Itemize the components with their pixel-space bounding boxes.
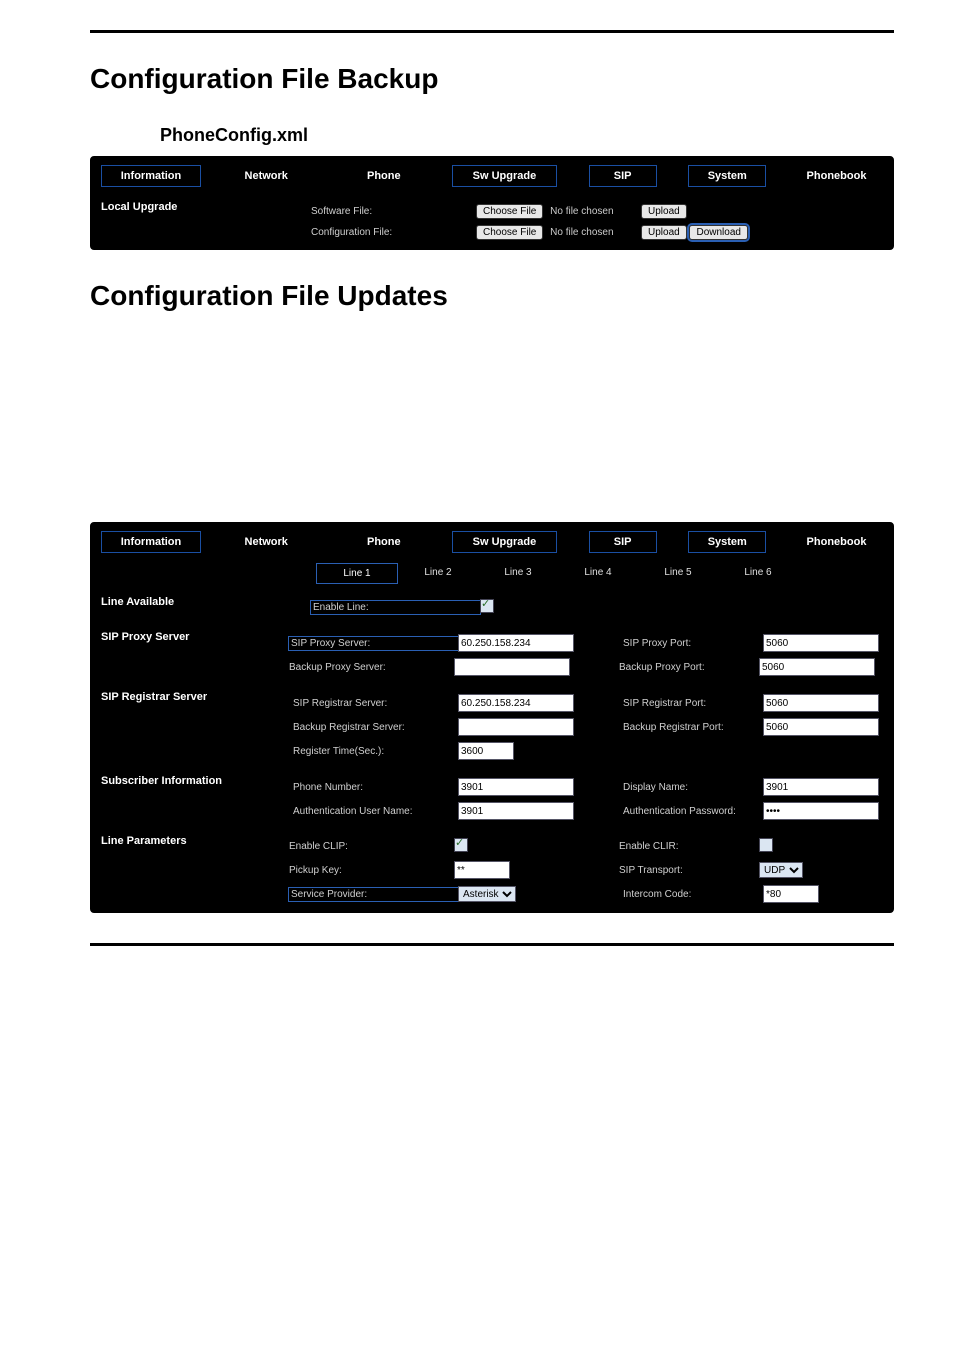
upload-config-button[interactable]: Upload	[641, 225, 687, 240]
input-display-name[interactable]	[763, 778, 879, 796]
no-file-config: No file chosen	[550, 227, 613, 238]
tab-phone-2[interactable]: Phone	[347, 532, 420, 552]
line-tab-6[interactable]: Line 6	[718, 563, 798, 584]
select-service-provider[interactable]: Asterisk	[458, 886, 516, 902]
tab-sip[interactable]: SIP	[589, 165, 657, 187]
label-backup-proxy-port: Backup Proxy Port:	[619, 662, 759, 673]
line-tab-1[interactable]: Line 1	[316, 563, 398, 584]
heading-updates: Configuration File Updates	[90, 280, 894, 312]
heading-backup: Configuration File Backup	[90, 63, 894, 95]
tab-sw-upgrade-2[interactable]: Sw Upgrade	[452, 531, 557, 553]
label-enable-clip: Enable CLIP:	[289, 841, 454, 852]
label-auth-pass: Authentication Password:	[623, 806, 763, 817]
tab-phone[interactable]: Phone	[347, 166, 420, 186]
label-intercom-code: Intercom Code:	[623, 889, 763, 900]
section-sip-proxy: SIP Proxy Server	[91, 625, 279, 685]
label-backup-proxy-server: Backup Proxy Server:	[289, 662, 454, 673]
label-enable-clir: Enable CLIR:	[619, 841, 759, 852]
label-register-time: Register Time(Sec.):	[293, 746, 458, 757]
input-sip-registrar-server[interactable]	[458, 694, 574, 712]
tab-phonebook-2[interactable]: Phonebook	[790, 532, 883, 552]
line-tab-5[interactable]: Line 5	[638, 563, 718, 584]
label-enable-line: Enable Line:	[311, 601, 480, 614]
input-register-time[interactable]	[458, 742, 514, 760]
label-sip-registrar-server: SIP Registrar Server:	[293, 698, 458, 709]
input-backup-registrar-server[interactable]	[458, 718, 574, 736]
choose-file-config-button[interactable]: Choose File	[476, 225, 543, 240]
input-sip-proxy-port[interactable]	[763, 634, 879, 652]
input-auth-pass[interactable]	[763, 802, 879, 820]
label-service-provider: Service Provider:	[289, 888, 458, 901]
tab-sw-upgrade[interactable]: Sw Upgrade	[452, 165, 557, 187]
no-file-software: No file chosen	[550, 206, 613, 217]
upload-software-button[interactable]: Upload	[641, 204, 687, 219]
choose-file-software-button[interactable]: Choose File	[476, 204, 543, 219]
tab-system-2[interactable]: System	[688, 531, 766, 553]
input-backup-proxy-server[interactable]	[454, 658, 570, 676]
section-line-parameters: Line Parameters	[91, 829, 279, 912]
tab-network-2[interactable]: Network	[225, 532, 308, 552]
line-tab-2[interactable]: Line 2	[398, 563, 478, 584]
side-local-upgrade: Local Upgrade	[91, 195, 301, 249]
tab-phonebook[interactable]: Phonebook	[790, 166, 883, 186]
section-line-available: Line Available	[91, 590, 301, 625]
label-config-file: Configuration File:	[311, 227, 476, 238]
label-auth-user: Authentication User Name:	[293, 806, 458, 817]
screenshot-sip: Information Network Phone Sw Upgrade SIP…	[90, 522, 894, 913]
checkbox-enable-clip[interactable]	[454, 838, 468, 852]
line-tab-4[interactable]: Line 4	[558, 563, 638, 584]
input-auth-user[interactable]	[458, 802, 574, 820]
tab-system[interactable]: System	[688, 165, 766, 187]
screenshot-sw-upgrade: Information Network Phone Sw Upgrade SIP…	[90, 156, 894, 250]
label-phone-number: Phone Number:	[293, 782, 458, 793]
select-sip-transport[interactable]: UDP	[759, 862, 803, 878]
label-backup-registrar-server: Backup Registrar Server:	[293, 722, 458, 733]
tab-information-2[interactable]: Information	[101, 531, 201, 553]
section-sip-registrar: SIP Registrar Server	[91, 685, 283, 769]
line-tab-3[interactable]: Line 3	[478, 563, 558, 584]
label-software-file: Software File:	[311, 206, 476, 217]
input-sip-proxy-server[interactable]	[458, 634, 574, 652]
section-subscriber: Subscriber Information	[91, 769, 283, 829]
input-intercom-code[interactable]	[763, 885, 819, 903]
label-backup-registrar-port: Backup Registrar Port:	[623, 722, 763, 733]
label-pickup-key: Pickup Key:	[289, 865, 454, 876]
label-sip-registrar-port: SIP Registrar Port:	[623, 698, 763, 709]
label-sip-proxy-port: SIP Proxy Port:	[623, 638, 763, 649]
download-config-button[interactable]: Download	[689, 225, 747, 240]
tab-network[interactable]: Network	[225, 166, 308, 186]
checkbox-enable-clir[interactable]	[759, 838, 773, 852]
tab-information[interactable]: Information	[101, 165, 201, 187]
input-pickup-key[interactable]	[454, 861, 510, 879]
input-sip-registrar-port[interactable]	[763, 694, 879, 712]
tab-sip-2[interactable]: SIP	[589, 531, 657, 553]
label-sip-proxy-server: SIP Proxy Server:	[289, 637, 458, 650]
input-phone-number[interactable]	[458, 778, 574, 796]
input-backup-proxy-port[interactable]	[759, 658, 875, 676]
heading-phoneconfig: PhoneConfig.xml	[160, 125, 894, 146]
checkbox-enable-line[interactable]	[480, 599, 494, 613]
label-sip-transport: SIP Transport:	[619, 865, 759, 876]
label-display-name: Display Name:	[623, 782, 763, 793]
input-backup-registrar-port[interactable]	[763, 718, 879, 736]
